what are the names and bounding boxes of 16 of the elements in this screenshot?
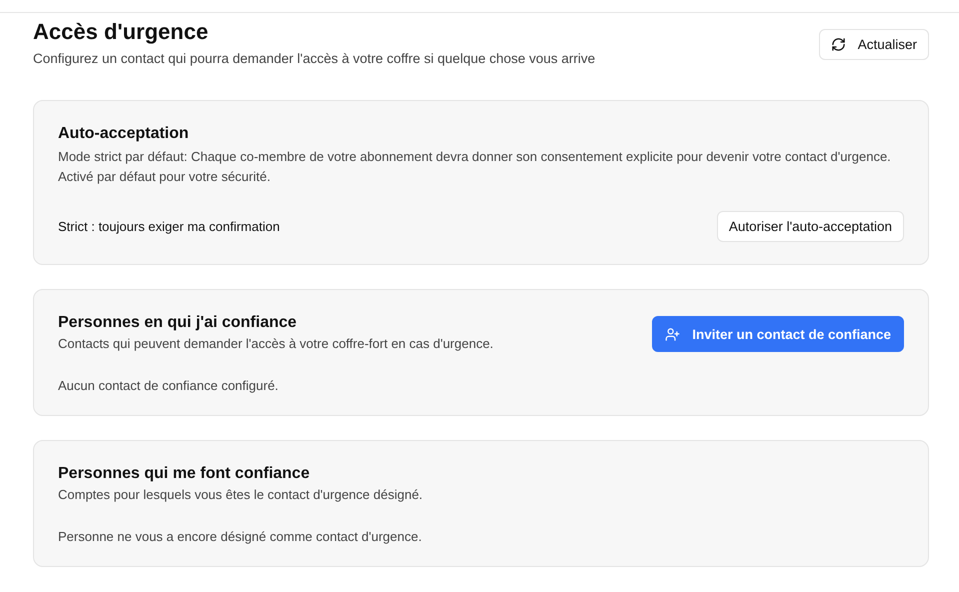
page-title: Accès d'urgence — [33, 19, 210, 45]
empty-state-text: Aucun contact de confiance configuré. — [58, 378, 280, 393]
empty-state-text: Personne ne vous a encore désigné comme contact d'urgence. — [58, 529, 423, 544]
allow-auto-accept-button[interactable]: Autoriser l'auto-acceptation — [716, 211, 904, 242]
refresh-button[interactable]: Actualiser — [818, 29, 929, 60]
section-description: Contacts qui peuvent demander l'accès à votre coffre-fort en cas d'urgence. — [58, 335, 494, 353]
page-subtitle: Configurez un contact qui pourra demander l'accès à votre coffre si quelque chose vous arrive — [33, 51, 596, 66]
invite-contact-button[interactable]: Inviter un contact de confiance — [652, 316, 904, 352]
section-description: Mode strict par défaut: Chaque co-membre de votre abonnement devra donner son consentement explicite pour devenir votre contact d'urgence. Activé par défaut pour votre sécurité. — [58, 148, 892, 186]
user-plus-icon — [665, 326, 680, 342]
section-title: Personnes en qui j'ai confiance — [58, 314, 298, 332]
mode-status: Strict : toujours exiger ma confirmation — [58, 219, 280, 234]
section-description: Comptes pour lesquels vous êtes le contact d'urgence désigné. — [58, 486, 423, 504]
section-title: Auto-acceptation — [58, 125, 190, 143]
refresh-icon — [830, 37, 846, 52]
section-title: Personnes qui me font confiance — [58, 465, 311, 483]
